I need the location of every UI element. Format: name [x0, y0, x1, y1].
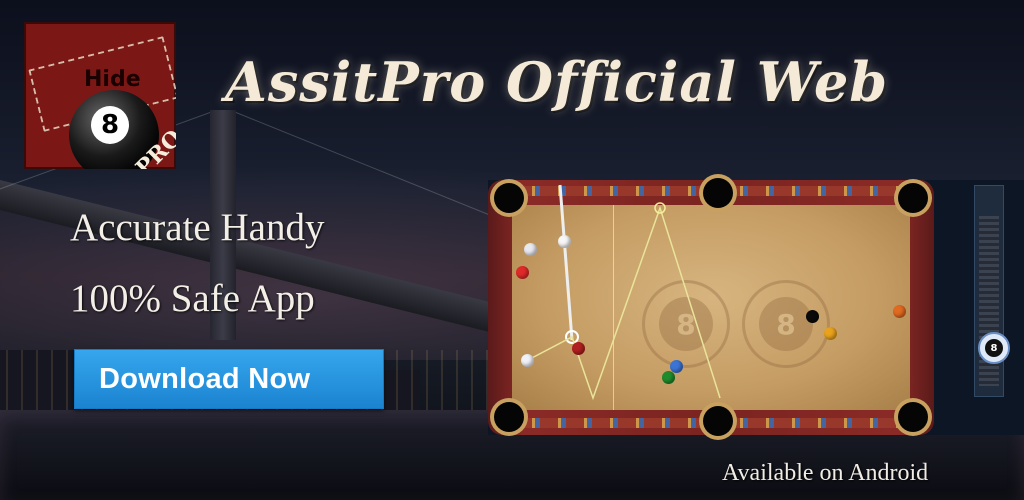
- ball: [824, 327, 837, 340]
- pool-table: 8 8: [488, 178, 934, 436]
- download-now-button[interactable]: Download Now: [74, 349, 384, 409]
- cue-stick: [558, 184, 574, 341]
- cue-ball: [558, 235, 571, 248]
- android-availability: Available on Android: [722, 460, 929, 486]
- ball: [893, 305, 906, 318]
- app-icon: Hide 8 PRO: [24, 22, 176, 169]
- eight-ball-number: 8: [91, 106, 129, 144]
- game-screenshot: 8 8 8: [488, 178, 1024, 436]
- download-button-label: Download Now: [99, 362, 311, 395]
- aim-path: [527, 205, 721, 401]
- eight-ball: [806, 310, 819, 323]
- aim-guide-lines: [527, 184, 721, 401]
- pocketed-ball-icon: 8: [978, 332, 1010, 364]
- feature-accurate: Accurate Handy: [70, 206, 325, 249]
- power-meter: [974, 185, 1004, 397]
- pocketed-ball-number: 8: [985, 339, 1003, 357]
- ball: [572, 342, 585, 355]
- ball: [521, 354, 534, 367]
- feature-safe: 100% Safe App: [70, 277, 315, 320]
- ball: [516, 266, 529, 279]
- ball: [662, 371, 675, 384]
- ball: [524, 243, 537, 256]
- app-icon-label: Hide: [84, 67, 141, 92]
- page-title: AssitPro Official Web: [225, 50, 889, 114]
